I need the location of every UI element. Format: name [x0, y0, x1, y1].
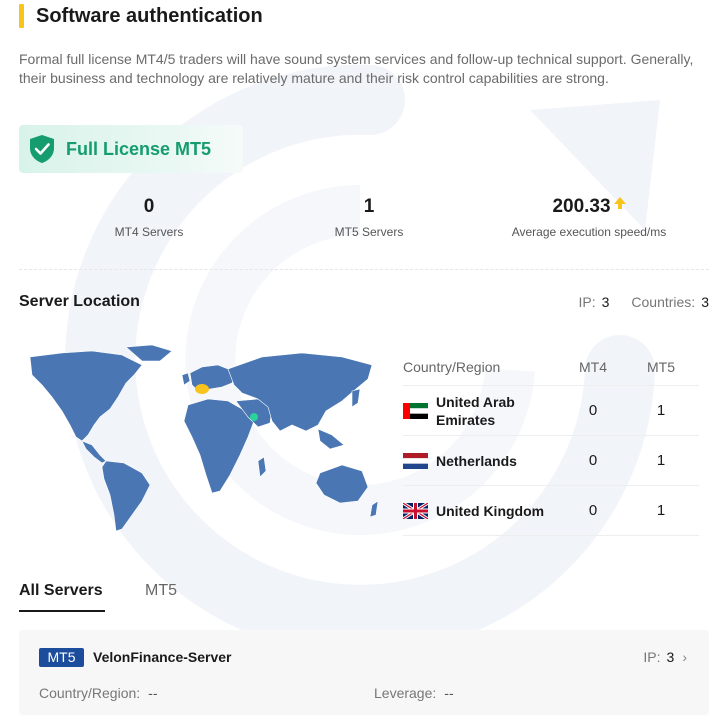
tab-mt5[interactable]: MT5: [145, 582, 177, 600]
license-badge: Full License MT5: [19, 125, 243, 173]
stat-mt5-servers: 1 MT5 Servers: [269, 196, 469, 239]
country-table: Country/Region MT4 MT5 United Arab Emira…: [403, 348, 699, 536]
ip-count: 3: [601, 294, 610, 310]
country-cell: United Arab Emirates: [403, 393, 563, 429]
stat-label: MT5 Servers: [334, 225, 404, 239]
mt4-count: 0: [588, 402, 598, 419]
tab-all-servers[interactable]: All Servers: [19, 582, 103, 600]
map-highlight-uae: [250, 413, 258, 421]
stat-value: 0: [143, 196, 155, 217]
license-label: Full License MT5: [66, 138, 212, 159]
platform-badge: MT5: [39, 648, 84, 667]
server-ip-link[interactable]: IP: 3 ›: [643, 649, 687, 665]
countries-label: Countries:: [631, 294, 696, 310]
ip-label: IP:: [643, 649, 661, 665]
server-stats: 0 MT4 Servers 1 MT5 Servers 200.33 Avera…: [19, 196, 699, 246]
col-header-mt4: MT4: [579, 358, 607, 375]
stat-execution-speed: 200.33 Average execution speed/ms: [489, 196, 689, 239]
mt4-count: 0: [588, 502, 598, 519]
stat-value: 200.33: [552, 196, 611, 217]
uk-flag-icon: [403, 502, 428, 519]
country-value: --: [148, 685, 158, 701]
country-cell: United Kingdom: [403, 502, 563, 520]
countries-count: 3: [701, 294, 709, 310]
country-name: Netherlands: [436, 452, 517, 469]
server-tabs: All Servers MT5: [19, 578, 709, 614]
table-row: United Arab Emirates 0 1: [403, 386, 699, 436]
stat-label: MT4 Servers: [114, 225, 184, 239]
map-highlight-europe: [195, 384, 209, 394]
shield-check-icon: [30, 135, 54, 163]
server-country: Country/Region: --: [39, 685, 158, 701]
server-location-summary: IP: 3 Countries: 3: [578, 294, 709, 310]
table-row: United Kingdom 0 1: [403, 486, 699, 536]
stat-value-wrap: 200.33: [489, 196, 689, 220]
server-card[interactable]: MT5 VelonFinance-Server IP: 3 › Country/Re…: [19, 630, 709, 715]
arrow-up-icon: [613, 197, 626, 209]
uae-flag-icon: [403, 402, 428, 419]
ip-label: IP:: [578, 294, 596, 310]
table-header: Country/Region MT4 MT5: [403, 348, 699, 386]
stat-mt4-servers: 0 MT4 Servers: [49, 196, 249, 239]
leverage-value: --: [444, 685, 454, 701]
mt5-count: 1: [656, 452, 666, 469]
section-header: Software authentication: [19, 4, 263, 28]
mt5-count: 1: [656, 402, 666, 419]
server-leverage: Leverage: --: [374, 685, 454, 701]
world-map: [29, 345, 379, 532]
license-description: Formal full license MT4/5 traders will h…: [19, 51, 694, 86]
stat-label: Average execution speed/ms: [511, 225, 667, 239]
col-header-mt5: MT5: [647, 358, 675, 375]
stat-value: 1: [363, 196, 375, 217]
page-title: Software authentication: [36, 4, 263, 27]
ip-count: 3: [666, 649, 675, 665]
section-divider: [19, 269, 709, 270]
mt4-count: 0: [588, 452, 598, 469]
header-accent-bar: [19, 4, 24, 28]
server-location-title: Server Location: [19, 293, 140, 310]
col-header-country: Country/Region: [403, 358, 501, 375]
country-label: Country/Region:: [39, 685, 141, 701]
table-row: Netherlands 0 1: [403, 436, 699, 486]
country-name: United Kingdom: [436, 502, 545, 519]
netherlands-flag-icon: [403, 452, 428, 469]
chevron-right-icon: ›: [682, 649, 687, 665]
mt5-count: 1: [656, 502, 666, 519]
server-name: VelonFinance-Server: [93, 649, 232, 665]
country-name: United Arab Emirates: [436, 393, 515, 428]
active-tab-indicator: [19, 610, 105, 612]
leverage-label: Leverage:: [374, 685, 437, 701]
country-cell: Netherlands: [403, 452, 563, 470]
